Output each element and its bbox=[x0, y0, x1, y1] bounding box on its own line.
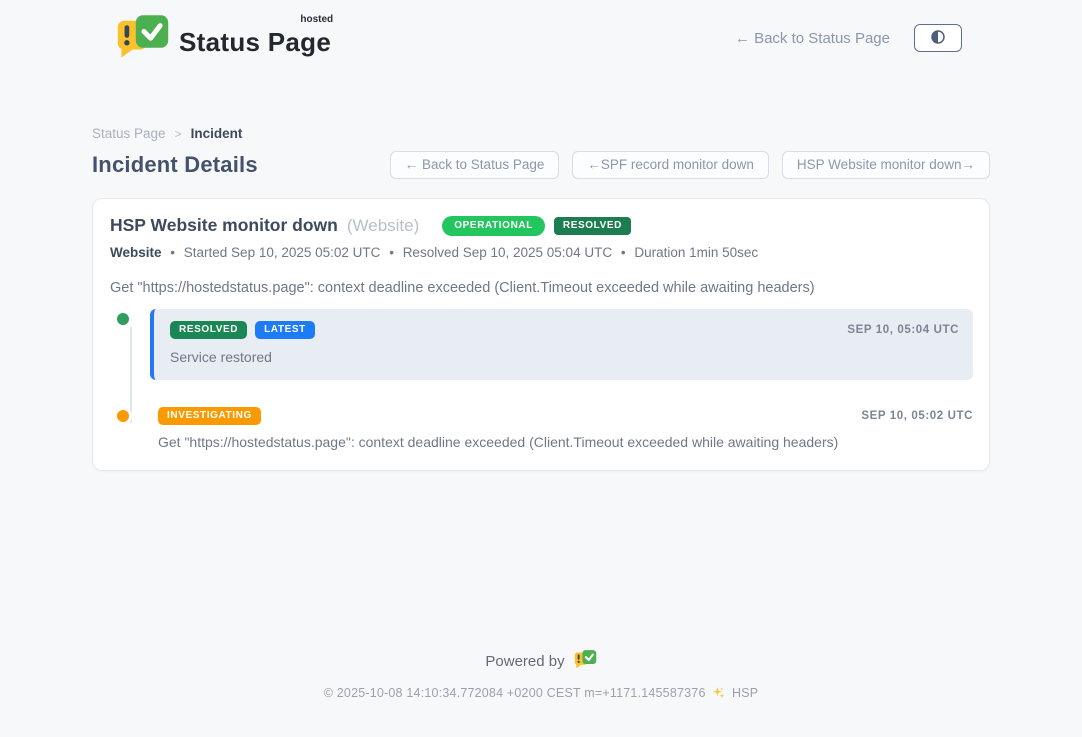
logo-superscript: hosted bbox=[300, 14, 333, 25]
sparkles-icon bbox=[712, 686, 725, 702]
previous-incident-button[interactable]: ←SPF record monitor down bbox=[572, 151, 769, 179]
update-timestamp: SEP 10, 05:02 UTC bbox=[861, 410, 973, 422]
main-content: Status Page > Incident Incident Details … bbox=[92, 126, 990, 471]
update-message: Get "https://hostedstatus.page": context… bbox=[158, 434, 973, 450]
breadcrumb-incident: Incident bbox=[191, 126, 243, 141]
meta-resolved: Resolved Sep 10, 2025 05:04 UTC bbox=[403, 245, 612, 260]
incident-timeline: RESOLVED LATEST SEP 10, 05:04 UTC Servic… bbox=[109, 309, 973, 450]
resolved-badge: RESOLVED bbox=[170, 321, 247, 339]
theme-toggle-button[interactable] bbox=[914, 24, 962, 52]
copyright-line: © 2025-10-08 14:10:34.772084 +0200 CEST … bbox=[0, 686, 1082, 702]
header: hosted Status Page ← Back to Status Page bbox=[0, 0, 1082, 62]
back-to-status-page-button[interactable]: ← Back to Status Page bbox=[390, 151, 560, 179]
timeline-update-card: RESOLVED LATEST SEP 10, 05:04 UTC Servic… bbox=[150, 309, 973, 380]
meta-started: Started Sep 10, 2025 05:02 UTC bbox=[184, 245, 381, 260]
breadcrumb: Status Page > Incident bbox=[92, 126, 990, 141]
incident-meta: Website • Started Sep 10, 2025 05:02 UTC… bbox=[109, 245, 973, 260]
incident-nav-buttons: ← Back to Status Page ←SPF record monito… bbox=[390, 151, 990, 179]
meta-component: Website bbox=[110, 245, 162, 260]
timeline-dot-resolved bbox=[116, 312, 130, 326]
statuspage-logo-icon bbox=[116, 13, 170, 64]
header-back-to-status-page-link[interactable]: ← Back to Status Page bbox=[735, 30, 890, 47]
timeline-update-plain: INVESTIGATING SEP 10, 05:02 UTC Get "htt… bbox=[150, 406, 973, 450]
operational-status-badge: OPERATIONAL bbox=[442, 216, 545, 236]
latest-badge: LATEST bbox=[255, 321, 315, 339]
powered-by-label: Powered by bbox=[485, 653, 564, 670]
bullet-separator: • bbox=[621, 245, 626, 260]
half-circle-contrast-icon bbox=[929, 28, 947, 49]
next-incident-button[interactable]: HSP Website monitor down→ bbox=[782, 151, 990, 179]
update-timestamp: SEP 10, 05:04 UTC bbox=[847, 324, 959, 336]
page-title: Incident Details bbox=[92, 152, 258, 178]
brand-name: Status Page bbox=[179, 27, 331, 57]
breadcrumb-status-page[interactable]: Status Page bbox=[92, 126, 166, 141]
incident-description: Get "https://hostedstatus.page": context… bbox=[109, 280, 973, 296]
timeline-entry-latest: RESOLVED LATEST SEP 10, 05:04 UTC Servic… bbox=[109, 309, 973, 380]
incident-component: (Website) bbox=[347, 216, 419, 236]
meta-duration: Duration 1min 50sec bbox=[634, 245, 758, 260]
incident-title: HSP Website monitor down bbox=[110, 215, 338, 236]
bullet-separator: • bbox=[170, 245, 175, 260]
update-message: Service restored bbox=[170, 349, 959, 365]
copyright-text: © 2025-10-08 14:10:34.772084 +0200 CEST … bbox=[324, 686, 706, 700]
resolved-status-badge: RESOLVED bbox=[554, 217, 631, 235]
powered-by-logo-icon[interactable] bbox=[574, 649, 597, 673]
statuspage-logo[interactable]: hosted Status Page bbox=[116, 13, 331, 64]
investigating-badge: INVESTIGATING bbox=[158, 407, 261, 425]
footer: Powered by © 2025-10-08 14:10:34.772084 … bbox=[0, 649, 1082, 702]
copyright-suffix: HSP bbox=[732, 686, 758, 700]
incident-card: HSP Website monitor down (Website) OPERA… bbox=[92, 198, 990, 471]
timeline-entry-investigating: INVESTIGATING SEP 10, 05:02 UTC Get "htt… bbox=[109, 406, 973, 450]
bullet-separator: • bbox=[389, 245, 394, 260]
breadcrumb-separator: > bbox=[175, 127, 182, 141]
timeline-dot-investigating bbox=[116, 409, 130, 423]
